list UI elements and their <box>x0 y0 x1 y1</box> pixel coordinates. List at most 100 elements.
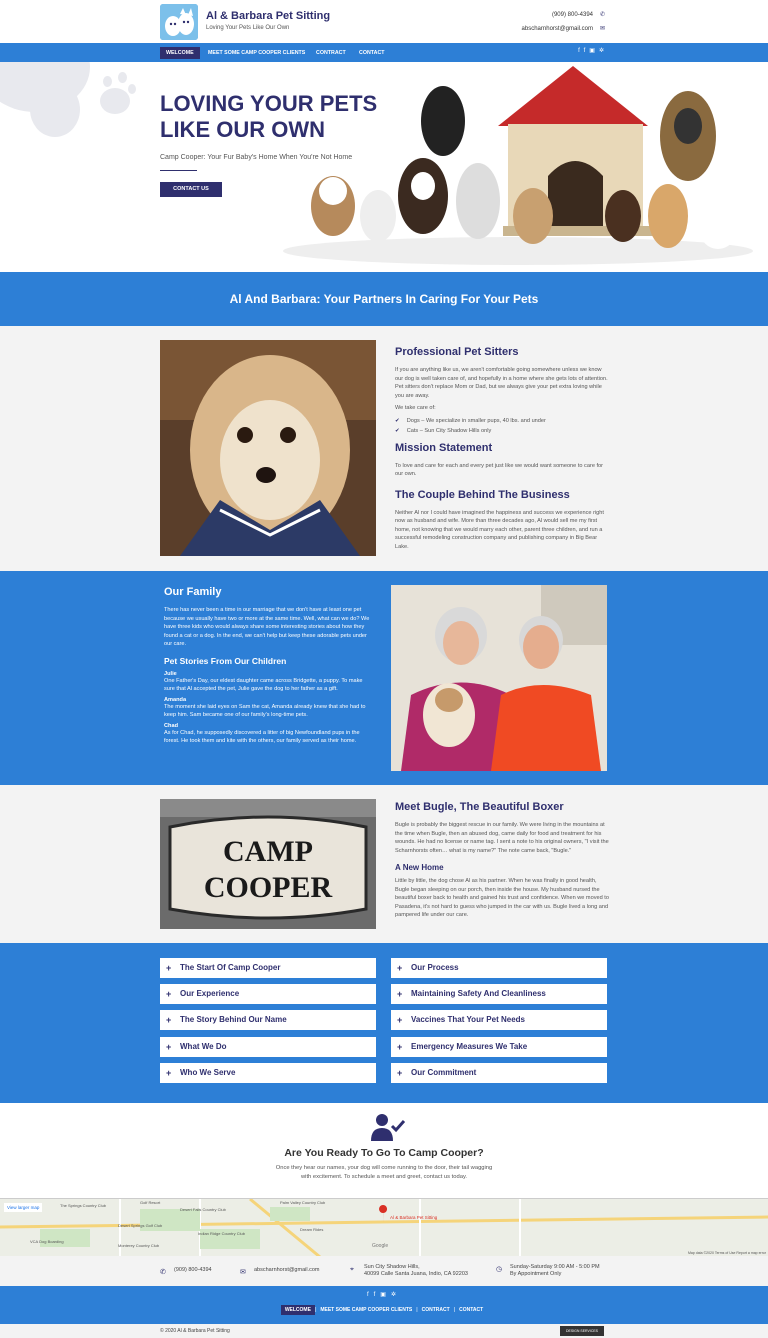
map-label: Desert Falls Country Club <box>180 1207 226 1212</box>
map-label: Indian Ridge Country Club <box>198 1231 245 1236</box>
accordion-label[interactable]: Emergency Measures We Take <box>411 1042 527 1051</box>
yelp-icon[interactable]: ✲ <box>599 48 608 54</box>
accordion-label[interactable]: Who We Serve <box>180 1068 235 1077</box>
accordion-item[interactable]: + Our Process <box>391 958 607 978</box>
location-map[interactable]: View larger map Al & Barbara Pet Sitting… <box>0 1198 768 1256</box>
family-section: Our Family There has never been a time i… <box>0 571 768 785</box>
google-logo: Google <box>372 1243 389 1249</box>
contact-email[interactable]: ✉ abscharnhorst@gmail.com <box>240 1267 320 1276</box>
hero-dogs-image <box>283 66 753 265</box>
phone-icon: ✆ <box>600 12 606 18</box>
accordion-item[interactable]: + Who We Serve <box>160 1063 376 1083</box>
bugle-paragraph: Bugle is probably the biggest rescue in … <box>395 822 609 854</box>
paw-print-decoration <box>128 84 136 94</box>
paw-print-decoration <box>30 82 80 137</box>
brand-name[interactable]: Al & Barbara Pet Sitting <box>206 10 330 22</box>
family-paragraph: There has never been a time in our marri… <box>164 607 370 647</box>
accordion-label[interactable]: What We Do <box>180 1042 227 1051</box>
plus-icon: + <box>397 1068 403 1078</box>
map-label: Dream Rides <box>300 1227 324 1232</box>
yelp-icon[interactable]: ✲ <box>391 1292 401 1298</box>
nav-welcome[interactable]: WELCOME <box>160 47 200 59</box>
map-label: Monterey Country Club <box>118 1243 160 1248</box>
view-larger-map-link[interactable]: View larger map <box>4 1203 43 1212</box>
contact-address: ⌖ Sun City Shadow Hills, 40099 Calle Santa… <box>350 1264 468 1278</box>
accordion-item[interactable]: + Vaccines That Your Pet Needs <box>391 1010 607 1030</box>
contact-us-button[interactable]: CONTACT US <box>160 182 222 197</box>
nav-contact[interactable]: CONTACT <box>353 47 391 59</box>
accordion-label[interactable]: The Start Of Camp Cooper <box>180 963 280 972</box>
header-email[interactable]: abscharnhorst@gmail.com ✉ <box>522 25 606 32</box>
hero-section: LOVING YOUR PETS LIKE OUR OWN Camp Coope… <box>0 62 768 272</box>
site-logo[interactable] <box>160 4 198 40</box>
plus-icon: + <box>397 1015 403 1025</box>
copyright-text: © 2020 Al & Barbara Pet Sitting <box>160 1328 230 1334</box>
accordion-item[interactable]: + What We Do <box>160 1037 376 1057</box>
accordion-item[interactable]: + The Start Of Camp Cooper <box>160 958 376 978</box>
check-icon: ✔ <box>395 427 400 434</box>
family-heading: Our Family <box>164 586 222 598</box>
plus-icon: + <box>166 963 172 973</box>
new-home-paragraph: Little by little, the dog chose Al as hi… <box>395 878 609 918</box>
accordion-label[interactable]: The Story Behind Our Name <box>180 1015 287 1024</box>
sign-text-line1: CAMP <box>223 835 313 868</box>
accordion-item[interactable]: + Our Commitment <box>391 1063 607 1083</box>
accordion-item[interactable]: + The Story Behind Our Name <box>160 1010 376 1030</box>
footer-nav-contract[interactable]: CONTRACT <box>418 1305 454 1315</box>
nav-contract[interactable]: CONTRACT <box>310 47 352 59</box>
site-header: Al & Barbara Pet Sitting Loving Your Pet… <box>0 0 768 43</box>
map-attribution: Map data ©2020 Terms of Use Report a map… <box>688 1251 766 1255</box>
page: Al & Barbara Pet Sitting Loving Your Pet… <box>0 0 768 1338</box>
header-phone[interactable]: (909) 800-4394 ✆ <box>552 11 606 18</box>
main-nav: WELCOME MEET SOME CAMP COOPER CLIENTS CO… <box>0 43 768 62</box>
about-section: Professional Pet Sitters If you are anyt… <box>0 326 768 571</box>
header-email-text[interactable]: abscharnhorst@gmail.com <box>522 26 593 32</box>
header-phone-text[interactable]: (909) 800-4394 <box>552 12 593 18</box>
accordion-label[interactable]: Our Process <box>411 963 459 972</box>
instagram-icon[interactable]: ▣ <box>589 48 599 54</box>
accordion-item[interactable]: + Maintaining Safety And Cleanliness <box>391 984 607 1004</box>
couple-photo <box>391 585 607 771</box>
footer-nav-contact[interactable]: CONTACT <box>455 1305 487 1315</box>
plus-icon: + <box>397 989 403 999</box>
cta-heading: Are You Ready To Go To Camp Cooper? <box>284 1147 484 1159</box>
footer-nav-clients[interactable]: MEET SOME CAMP COOPER CLIENTS <box>316 1305 416 1315</box>
hours-line1: Sunday-Saturday 9:00 AM - 5:00 PM <box>510 1264 600 1270</box>
envelope-icon: ✉ <box>600 26 606 32</box>
professional-heading: Professional Pet Sitters <box>395 346 519 358</box>
accordion-label[interactable]: Vaccines That Your Pet Needs <box>411 1015 525 1024</box>
camp-cooper-sign-photo: CAMP COOPER <box>160 799 376 929</box>
footer-nav-welcome[interactable]: WELCOME <box>280 1305 315 1315</box>
instagram-icon[interactable]: ▣ <box>380 1292 391 1298</box>
accordion-label[interactable]: Maintaining Safety And Cleanliness <box>411 989 546 998</box>
contact-phone-text[interactable]: (909) 800-4394 <box>174 1267 212 1273</box>
nav-separator: | <box>416 1307 418 1313</box>
care-item-text: Cats – Sun City Shadow Hills only <box>406 427 492 434</box>
take-care-label: We take care of: <box>395 405 436 411</box>
phone-icon: ✆ <box>160 1269 166 1276</box>
mission-heading: Mission Statement <box>395 441 493 454</box>
contact-email-text[interactable]: abscharnhorst@gmail.com <box>254 1267 320 1273</box>
address-line1: Sun City Shadow Hills, <box>364 1264 420 1270</box>
care-item-text: Dogs – We specialize in smaller pups, 40… <box>406 417 546 424</box>
faq-accordion: + The Start Of Camp Cooper + Our Experienc… <box>0 943 768 1103</box>
care-item-dogs: ✔ Dogs – We specialize in smaller pups, 4… <box>395 416 610 426</box>
bugle-section: CAMP COOPER Meet Bugle, The Beautiful Bo… <box>0 785 768 943</box>
accordion-label[interactable]: Our Commitment <box>411 1068 476 1077</box>
plus-icon: + <box>166 1042 172 1052</box>
nav-clients[interactable]: MEET SOME CAMP COOPER CLIENTS <box>202 47 311 59</box>
footer-social-links: ff▣✲ <box>0 1291 768 1298</box>
cta-section: Are You Ready To Go To Camp Cooper? Once… <box>0 1103 768 1198</box>
accordion-item[interactable]: + Our Experience <box>160 984 376 1004</box>
clock-icon: ◷ <box>496 1266 503 1273</box>
contact-phone[interactable]: ✆ (909) 800-4394 <box>160 1267 212 1276</box>
social-links: ff▣✲ <box>578 47 608 54</box>
copyright-bar: © 2020 Al & Barbara Pet Sitting DESIGN S… <box>0 1324 768 1338</box>
designer-badge[interactable]: DESIGN SERVICES <box>560 1326 604 1336</box>
map-label: Palm Valley Country Club <box>280 1200 326 1205</box>
accordion-label[interactable]: Our Experience <box>180 989 239 998</box>
contact-hours: ◷ Sunday-Saturday 9:00 AM - 5:00 PM By App… <box>496 1264 600 1278</box>
contact-strip: ✆ (909) 800-4394 ✉ abscharnhorst@gmail.com… <box>0 1256 768 1286</box>
accordion-item[interactable]: + Emergency Measures We Take <box>391 1037 607 1057</box>
map-label: Golf Resort <box>140 1200 161 1205</box>
